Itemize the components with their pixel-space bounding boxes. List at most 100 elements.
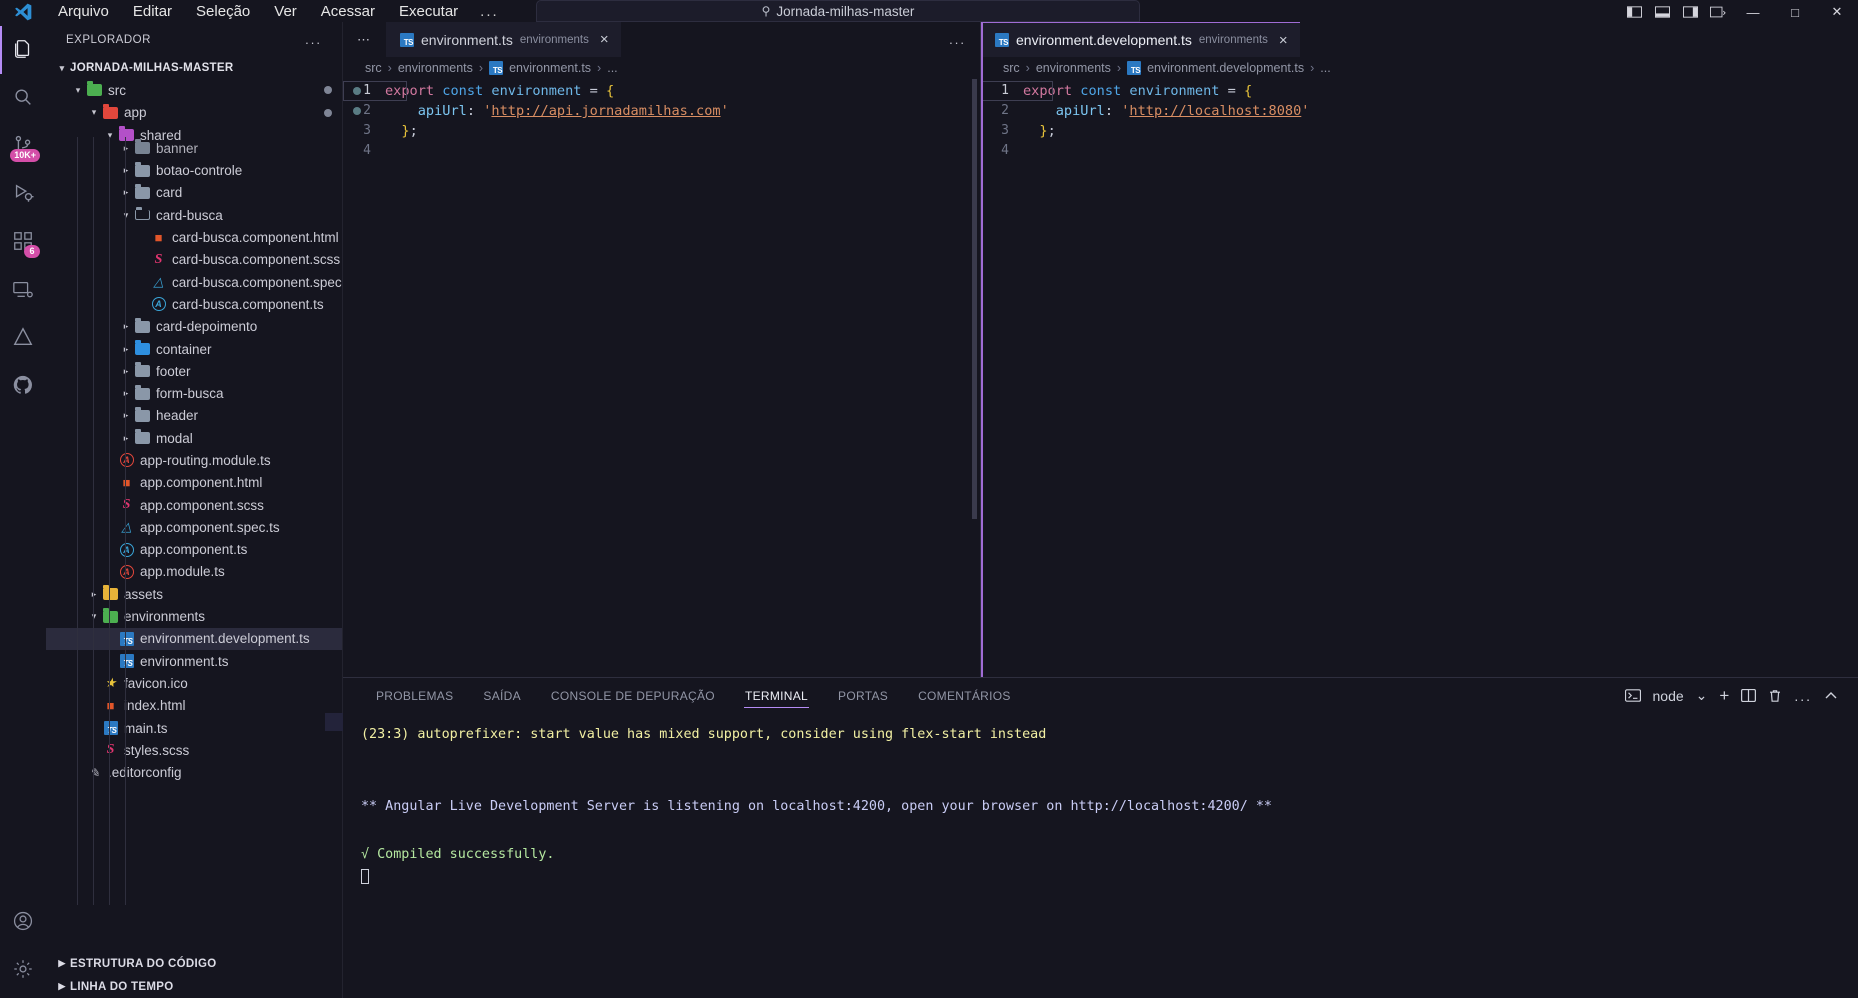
command-search-box[interactable]: ⚲ Jornada-milhas-master bbox=[536, 0, 1140, 22]
tree-file-row[interactable]: ✎ .editorconfig bbox=[46, 762, 342, 784]
activity-item-explorer[interactable] bbox=[0, 26, 46, 74]
tree-folder-row[interactable]: ▸ modal bbox=[46, 427, 342, 449]
window-controls[interactable]: — □ ✕ bbox=[1620, 2, 1858, 22]
panel-tab-comentários[interactable]: COMENTÁRIOS bbox=[903, 678, 1026, 713]
panel-tab-problemas[interactable]: PROBLEMAS bbox=[361, 678, 468, 713]
tree-file-row[interactable]: Sstyles.scss bbox=[46, 739, 342, 761]
tree-file-row[interactable]: Scard-busca.component.scss bbox=[46, 249, 342, 271]
editor-glyph-dot[interactable] bbox=[353, 87, 361, 95]
code-line[interactable]: 2 apiUrl: 'http://api.jornadamilhas.com' bbox=[343, 101, 980, 121]
breadcrumb-item-symbol[interactable]: ... bbox=[607, 61, 617, 75]
activity-item-github[interactable] bbox=[0, 362, 46, 410]
panel-tab-saída[interactable]: SAÍDA bbox=[468, 678, 536, 713]
activity-item-run-debug[interactable] bbox=[0, 170, 46, 218]
breadcrumb-item-environments[interactable]: environments bbox=[1036, 61, 1111, 75]
tree-file-row[interactable]: △ app.component.spec.ts bbox=[46, 516, 342, 538]
tree-file-row[interactable]: △ card-busca.component.spec.ts bbox=[46, 271, 343, 293]
activity-item-search[interactable] bbox=[0, 74, 46, 122]
tree-file-row[interactable]: ■ card-busca.component.html bbox=[46, 226, 342, 248]
code-line[interactable]: 1 export const environment = { bbox=[981, 81, 1858, 101]
activity-item-accounts[interactable] bbox=[0, 898, 46, 946]
code-line[interactable]: 1 export const environment = { bbox=[343, 81, 980, 101]
customize-layout-icon[interactable] bbox=[1704, 2, 1732, 22]
explorer-more-actions-icon[interactable]: ... bbox=[305, 32, 322, 47]
tree-file-row[interactable]: ■ index.html bbox=[46, 695, 342, 717]
menu-arquivo[interactable]: Arquivo bbox=[46, 2, 121, 22]
tree-folder-row[interactable]: ▸ assets bbox=[46, 583, 342, 605]
tabs-left-more-icon[interactable]: ⋯ bbox=[343, 22, 386, 57]
breadcrumb-left[interactable]: src › environments › TS environment.ts ›… bbox=[343, 57, 980, 79]
editor-actions-more-icon[interactable]: ... bbox=[935, 22, 980, 57]
breadcrumb-item-file[interactable]: environment.ts bbox=[509, 61, 591, 75]
tree-folder-row[interactable]: ▸ footer bbox=[46, 360, 342, 382]
menu-acessar[interactable]: Acessar bbox=[309, 2, 387, 22]
tree-root-row[interactable]: ▾ JORNADA-MILHAS-MASTER bbox=[46, 57, 342, 79]
breadcrumb-item-src[interactable]: src bbox=[365, 61, 382, 75]
code-editor-right[interactable]: 1 export const environment = {2 apiUrl: '… bbox=[981, 79, 1858, 677]
tree-sticky-row-app[interactable]: ▾ app bbox=[46, 101, 342, 124]
chevron-down-icon[interactable]: ⌄ bbox=[1690, 678, 1714, 713]
terminal-shell-icon[interactable] bbox=[1619, 678, 1647, 713]
tree-folder-row[interactable]: ▸ card bbox=[46, 182, 342, 204]
new-terminal-button[interactable]: + bbox=[1713, 678, 1735, 713]
terminal-output[interactable]: (23:3) autoprefixer: start value has mix… bbox=[325, 713, 1858, 998]
minimap-scrollbar[interactable] bbox=[972, 79, 977, 519]
tree-folder-row[interactable]: ▸ header bbox=[46, 405, 342, 427]
code-line[interactable]: 4 bbox=[981, 141, 1858, 161]
tree-folder-row[interactable]: ▸ form-busca bbox=[46, 382, 342, 404]
activity-item-source-control[interactable]: 10K+ bbox=[0, 122, 46, 170]
tree-folder-row[interactable]: ▾ environments bbox=[46, 605, 342, 627]
panel-tab-terminal[interactable]: TERMINAL bbox=[730, 678, 823, 713]
tree-file-row[interactable]: TS environment.ts bbox=[46, 650, 342, 672]
menu-bar[interactable]: Arquivo Editar Seleção Ver Acessar Execu… bbox=[46, 2, 509, 22]
code-line[interactable]: 3 }; bbox=[343, 121, 980, 141]
section-linha-do-tempo[interactable]: ▶ LINHA DO TEMPO bbox=[46, 975, 342, 998]
code-editor-left[interactable]: 1 export const environment = {2 apiUrl: '… bbox=[343, 79, 980, 677]
breadcrumb-item-environments[interactable]: environments bbox=[398, 61, 473, 75]
code-line[interactable]: 3 }; bbox=[981, 121, 1858, 141]
maximize-panel-icon[interactable] bbox=[1818, 678, 1844, 713]
menu-more[interactable]: ... bbox=[470, 2, 509, 22]
panel-tab-console-de-depuração[interactable]: CONSOLE DE DEPURAÇÃO bbox=[536, 678, 730, 713]
activity-item-extensions[interactable]: 6 bbox=[0, 218, 46, 266]
menu-executar[interactable]: Executar bbox=[387, 2, 470, 22]
toggle-primary-sidebar-icon[interactable] bbox=[1620, 2, 1648, 22]
split-terminal-icon[interactable] bbox=[1735, 678, 1762, 713]
toggle-panel-icon[interactable] bbox=[1648, 2, 1676, 22]
breadcrumb-item-src[interactable]: src bbox=[1003, 61, 1020, 75]
tree-folder-row[interactable]: ▸ card-depoimento bbox=[46, 316, 342, 338]
tab-environment-development-ts[interactable]: TS environment.development.ts environmen… bbox=[981, 22, 1300, 57]
menu-ver[interactable]: Ver bbox=[262, 2, 309, 22]
activity-item-remote-explorer[interactable] bbox=[0, 266, 46, 314]
tree-folder-row[interactable]: ▸ container bbox=[46, 338, 342, 360]
tree-file-row[interactable]: Aapp.component.ts bbox=[46, 539, 342, 561]
tree-file-row[interactable]: ★ favicon.ico bbox=[46, 672, 342, 694]
menu-editar[interactable]: Editar bbox=[121, 2, 184, 22]
tree-folder-row[interactable]: ▸ banner bbox=[46, 137, 342, 159]
panel-more-actions-icon[interactable]: ... bbox=[1788, 678, 1818, 713]
activity-item-manage[interactable] bbox=[0, 946, 46, 994]
close-button[interactable]: ✕ bbox=[1816, 2, 1858, 22]
minimize-button[interactable]: — bbox=[1732, 2, 1774, 22]
tree-file-row[interactable]: Aapp-routing.module.ts bbox=[46, 449, 342, 471]
tree-file-row[interactable]: TS main.ts bbox=[46, 717, 342, 739]
tree-folder-row[interactable]: ▸ botao-controle bbox=[46, 159, 342, 181]
trash-icon[interactable] bbox=[1762, 678, 1788, 713]
tree-file-row[interactable]: Aapp.module.ts bbox=[46, 561, 342, 583]
activity-bar[interactable]: 10K+ 6 bbox=[0, 22, 46, 998]
breadcrumb-item-symbol[interactable]: ... bbox=[1320, 61, 1330, 75]
maximize-button[interactable]: □ bbox=[1774, 2, 1816, 22]
breadcrumb-item-file[interactable]: environment.development.ts bbox=[1147, 61, 1304, 75]
tree-file-row[interactable]: Acard-busca.component.ts bbox=[46, 293, 342, 315]
panel-actions[interactable]: node ⌄ +... bbox=[1619, 678, 1858, 713]
tab-environment-ts[interactable]: TS environment.ts environments × bbox=[386, 22, 621, 57]
panel-tabs[interactable]: PROBLEMAS SAÍDA CONSOLE DE DEPURAÇÃO TERMIN… bbox=[343, 678, 1858, 713]
tree-file-row[interactable]: TS environment.development.ts bbox=[46, 627, 342, 651]
terminal-shell-label[interactable]: node bbox=[1647, 678, 1690, 713]
code-line[interactable]: 2 apiUrl: 'http://localhost:8080' bbox=[981, 101, 1858, 121]
tree-scroll-area[interactable]: ▸ banner ▸ botao-controle ▸ card ▾ card-busca ■ c… bbox=[46, 137, 343, 906]
tree-folder-row[interactable]: ▾ card-busca bbox=[46, 204, 342, 226]
editor-glyph-dot[interactable] bbox=[353, 107, 361, 115]
section-estrutura-do-codigo[interactable]: ▶ ESTRUTURA DO CÓDIGO bbox=[46, 952, 342, 975]
tree-sticky-row-src[interactable]: ▾ src bbox=[46, 79, 342, 102]
